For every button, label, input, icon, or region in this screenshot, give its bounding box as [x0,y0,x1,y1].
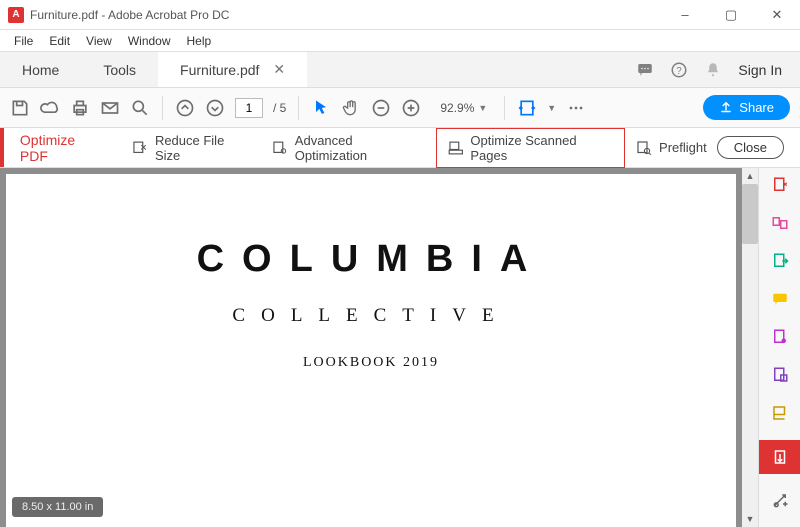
reduce-label: Reduce File Size [155,133,251,163]
upload-icon [719,101,733,115]
more-icon[interactable] [566,98,586,118]
tab-document[interactable]: Furniture.pdf ✕ [158,52,307,87]
app-icon: A [8,7,24,23]
menu-edit[interactable]: Edit [41,34,78,48]
vertical-scrollbar[interactable]: ▲ ▼ [742,168,758,527]
more-tools[interactable] [769,490,791,512]
combine-tool[interactable] [769,212,791,234]
menu-view[interactable]: View [78,34,120,48]
zoom-out-icon[interactable] [371,98,391,118]
menu-window[interactable]: Window [120,34,179,48]
doc-tagline: LOOKBOOK 2019 [6,355,736,371]
comment-icon[interactable] [636,61,654,79]
preflight-label: Preflight [659,140,707,155]
zoom-select[interactable]: 92.9% ▼ [431,99,492,117]
scroll-up-arrow[interactable]: ▲ [742,168,758,184]
menu-help[interactable]: Help [179,34,220,48]
right-tool-panel [758,168,800,527]
preflight-icon [635,139,653,157]
reduce-icon [131,139,149,157]
export-pdf-tool[interactable] [769,250,791,272]
bell-icon[interactable] [704,61,722,79]
minimize-button[interactable]: – [662,0,708,30]
tab-close-icon[interactable]: ✕ [273,61,285,78]
share-button[interactable]: Share [703,95,790,120]
mail-icon[interactable] [100,98,120,118]
zoom-in-icon[interactable] [401,98,421,118]
optimize-pdf-tool[interactable] [759,440,800,474]
optimize-scanned-pages-button[interactable]: Optimize Scanned Pages [436,128,625,168]
separator [298,96,299,120]
sign-in-link[interactable]: Sign In [738,62,782,78]
chevron-down-icon[interactable]: ▼ [547,103,556,113]
tab-document-label: Furniture.pdf [180,62,259,78]
optimize-title: Optimize PDF [4,132,121,164]
advanced-optimization-button[interactable]: Advanced Optimization [261,129,436,167]
zoom-value: 92.9% [436,101,478,115]
scroll-track[interactable] [742,184,758,511]
protect-tool[interactable] [769,364,791,386]
page-total-label: / 5 [273,101,286,115]
hand-icon[interactable] [341,98,361,118]
tab-bar: Home Tools Furniture.pdf ✕ ? Sign In [0,52,800,88]
tab-home[interactable]: Home [0,52,81,87]
separator [504,96,505,120]
main-toolbar: / 5 92.9% ▼ ▼ Share [0,88,800,128]
doc-title: COLUMBIA [6,238,736,281]
title-bar: A Furniture.pdf - Adobe Acrobat Pro DC –… [0,0,800,30]
reduce-file-size-button[interactable]: Reduce File Size [121,129,261,167]
cloud-icon[interactable] [40,98,60,118]
advanced-label: Advanced Optimization [295,133,426,163]
chevron-down-icon: ▼ [478,103,487,113]
fit-width-icon[interactable] [517,98,537,118]
save-icon[interactable] [10,98,30,118]
print-icon[interactable] [70,98,90,118]
help-icon[interactable]: ? [670,61,688,79]
preflight-button[interactable]: Preflight [625,135,717,161]
window-title: Furniture.pdf - Adobe Acrobat Pro DC [30,8,229,22]
optimize-toolbar: Optimize PDF Reduce File Size Advanced O… [0,128,800,168]
doc-subtitle: COLLECTIVE [6,305,736,327]
svg-text:?: ? [677,65,683,76]
advanced-icon [271,139,289,157]
page-number-input[interactable] [235,98,263,118]
comment-tool[interactable] [769,288,791,310]
page-up-icon[interactable] [175,98,195,118]
separator [162,96,163,120]
close-panel-button[interactable]: Close [717,136,784,159]
fill-sign-tool[interactable] [769,402,791,424]
pdf-page: COLUMBIA COLLECTIVE LOOKBOOK 2019 INSPIR… [6,174,736,527]
menu-bar: File Edit View Window Help [0,30,800,52]
page-down-icon[interactable] [205,98,225,118]
search-icon[interactable] [130,98,150,118]
page-dimensions-badge: 8.50 x 11.00 in [12,497,103,517]
workspace: COLUMBIA COLLECTIVE LOOKBOOK 2019 INSPIR… [0,168,758,527]
scanner-icon [447,139,465,157]
scroll-down-arrow[interactable]: ▼ [742,511,758,527]
maximize-button[interactable]: ▢ [708,0,754,30]
menu-file[interactable]: File [6,34,41,48]
create-pdf-tool[interactable] [769,174,791,196]
share-label: Share [739,100,774,115]
tab-tools[interactable]: Tools [81,52,158,87]
scanned-label: Optimize Scanned Pages [470,133,614,163]
organize-tool[interactable] [769,326,791,348]
page-viewport[interactable]: COLUMBIA COLLECTIVE LOOKBOOK 2019 INSPIR… [0,168,742,527]
pointer-icon[interactable] [311,98,331,118]
close-window-button[interactable]: ✕ [754,0,800,30]
scroll-thumb[interactable] [742,184,758,244]
